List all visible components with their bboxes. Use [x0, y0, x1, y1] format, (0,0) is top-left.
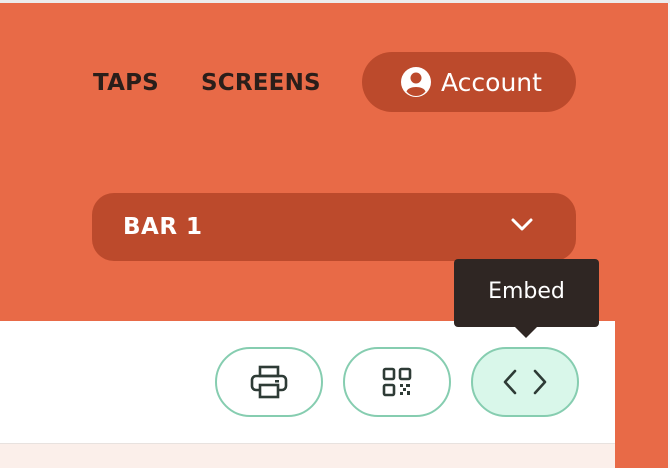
content-panel — [0, 321, 615, 468]
qr-code-icon — [381, 366, 413, 398]
nav-link-screens[interactable]: SCREENS — [201, 66, 321, 100]
print-button[interactable] — [215, 347, 323, 417]
chevron-down-icon — [510, 217, 534, 233]
panel-footer — [0, 444, 615, 468]
select-value: BAR 1 — [123, 214, 203, 240]
tooltip-text: Embed — [488, 279, 565, 304]
nav-link-taps[interactable]: TAPS — [93, 66, 159, 100]
user-circle-icon — [400, 66, 432, 98]
account-label: Account — [441, 67, 542, 97]
qr-code-button[interactable] — [343, 347, 451, 417]
printer-icon — [249, 364, 289, 400]
embed-tooltip: Embed — [454, 259, 599, 338]
account-button[interactable]: Account — [362, 52, 576, 112]
location-select[interactable]: BAR 1 — [92, 193, 576, 261]
tooltip-arrow — [515, 327, 537, 338]
top-edge — [0, 0, 670, 3]
embed-button[interactable] — [471, 347, 579, 417]
code-brackets-icon — [501, 368, 549, 396]
